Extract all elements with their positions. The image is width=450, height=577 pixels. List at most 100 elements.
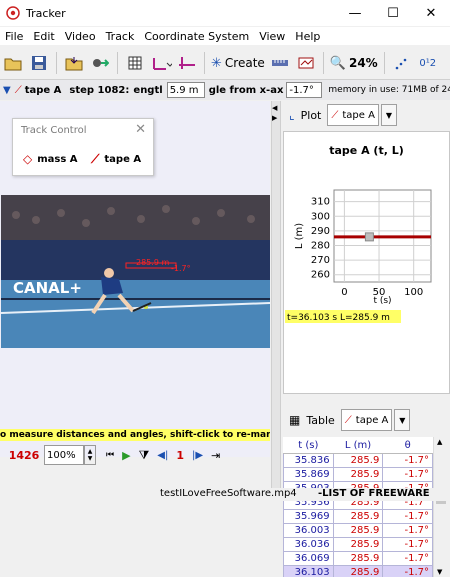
menu-edit[interactable]: Edit (28, 30, 59, 43)
table-track-dropdown[interactable]: ⟋ tape A (341, 409, 393, 431)
table-row[interactable]: 35.969285.9-1.7° (284, 510, 433, 524)
menu-help[interactable]: Help (290, 30, 325, 43)
tape-measure-marker[interactable] (1, 195, 270, 348)
collapse-arrow-icon[interactable]: ◀ (272, 104, 277, 112)
ruler-icon[interactable] (269, 52, 291, 74)
x-axis-label: t (s) (373, 296, 391, 306)
zoom-spinner[interactable]: ▲ ▼ (84, 445, 96, 465)
cell-length: 285.9 (333, 566, 383, 577)
table-scrollbar[interactable]: ▲ ▼ (433, 437, 449, 577)
scroll-down-icon[interactable]: ▼ (437, 568, 442, 576)
axes-icon[interactable] (150, 52, 172, 74)
main-toolbar: ✳ Create 🔍 24% 0¹2 (0, 47, 450, 80)
tape-a-button[interactable]: ⟋ tape A (91, 152, 141, 167)
expand-arrow-icon[interactable]: ▶ (272, 114, 277, 122)
video-frame[interactable]: CANAL+ 285.9 m -1.7° (1, 195, 270, 348)
y-axis-label: L (m) (294, 223, 305, 249)
plot-chart: tape A (t, L)260270280290300310050100L (… (284, 132, 449, 393)
track-control-dialog: Track Control ✕ ◇ mass A ⟋ tape A (12, 118, 154, 176)
column-header-t[interactable]: t (s) (284, 437, 334, 454)
clip-settings-icon[interactable] (124, 52, 146, 74)
panel-splitter[interactable]: ◀ ▶ (271, 101, 281, 488)
cell-length: 285.9 (333, 524, 383, 538)
save-icon[interactable] (28, 52, 50, 74)
cell-length: 285.9 (333, 468, 383, 482)
menu-view[interactable]: View (254, 30, 290, 43)
cell-angle: -1.7° (383, 510, 433, 524)
track-control-title: Track Control (21, 125, 87, 136)
scroll-up-icon[interactable]: ▲ (437, 438, 442, 446)
trail-icon[interactable] (391, 52, 413, 74)
table-icon[interactable]: ▦ (289, 413, 300, 427)
menu-track[interactable]: Track (101, 30, 140, 43)
y-tick-label: 310 (311, 197, 330, 208)
data-panel: ⌞ Plot ⟋ tape A ▼ tape A (t, L)260270280… (281, 101, 450, 488)
table-row[interactable]: 36.103285.9-1.7° (284, 566, 433, 577)
status-hint: o measure distances and angles, shift-cl… (0, 429, 270, 441)
angle-field[interactable] (286, 82, 322, 98)
cell-time: 36.103 (284, 566, 334, 577)
menu-video[interactable]: Video (60, 30, 101, 43)
plot-dropdown-arrow[interactable]: ▼ (381, 104, 397, 126)
brand-footer: -LIST OF FREEWARE (318, 488, 430, 499)
loop-icon[interactable]: ⇥ (211, 449, 220, 462)
open-icon[interactable] (2, 52, 24, 74)
calibration-icon[interactable] (295, 52, 317, 74)
menu-coordinate-system[interactable]: Coordinate System (139, 30, 254, 43)
bottom-status-bar: testILoveFreeSoftware.mp4 -LIST OF FREEW… (0, 488, 450, 501)
table-dropdown-arrow[interactable]: ▼ (394, 409, 410, 431)
cell-time: 35.969 (284, 510, 334, 524)
play-icon[interactable]: ▶ (122, 449, 130, 462)
length-field[interactable] (167, 82, 205, 98)
step-size-value[interactable]: 1 (176, 449, 184, 462)
plot-track-dropdown[interactable]: ⟋ tape A (327, 104, 379, 126)
cell-length: 285.9 (333, 538, 383, 552)
cell-time: 35.836 (284, 454, 334, 468)
cell-length: 285.9 (333, 510, 383, 524)
mass-a-button[interactable]: ◇ mass A (23, 152, 78, 166)
first-frame-icon[interactable]: ⏮ (106, 450, 114, 460)
export-icon[interactable] (89, 52, 111, 74)
maximize-button[interactable]: ☐ (374, 0, 412, 26)
step-back-icon[interactable]: ◀| (157, 450, 168, 461)
cell-time: 35.869 (284, 468, 334, 482)
memory-label: memory in use: 71MB of 247MB (328, 85, 450, 95)
close-icon[interactable]: ✕ (135, 122, 146, 137)
menu-file[interactable]: File (0, 30, 28, 43)
table-row[interactable]: 36.003285.9-1.7° (284, 524, 433, 538)
zoom-control[interactable]: 🔍 24% (330, 52, 378, 74)
plot-axes-icon[interactable]: ⌞ (289, 108, 295, 122)
y-tick-label: 260 (311, 270, 330, 281)
data-point[interactable] (365, 233, 373, 241)
y-tick-label: 270 (311, 255, 330, 266)
track-selector-arrow-icon[interactable]: ▼ (3, 85, 11, 96)
cell-length: 285.9 (333, 552, 383, 566)
table-row[interactable]: 35.836285.9-1.7° (284, 454, 433, 468)
coordinate-axes-icon[interactable] (176, 52, 198, 74)
magnifier-icon: 🔍 (330, 56, 346, 71)
step-forward-icon[interactable]: |▶ (192, 450, 203, 461)
data-table[interactable]: t (s) L (m) θ 35.836285.9-1.7°35.869285.… (283, 437, 433, 577)
close-button[interactable]: ✕ (412, 0, 450, 26)
create-track-button[interactable]: ✳ Create (211, 52, 265, 74)
import-folder-icon[interactable] (63, 52, 85, 74)
table-row[interactable]: 36.036285.9-1.7° (284, 538, 433, 552)
column-header-theta[interactable]: θ (383, 437, 433, 454)
title-bar: Tracker — ☐ ✕ (0, 0, 450, 26)
label-icon[interactable]: 0¹2 (417, 52, 439, 74)
table-row[interactable]: 35.869285.9-1.7° (284, 468, 433, 482)
table-row[interactable]: 36.069285.9-1.7° (284, 552, 433, 566)
column-header-length[interactable]: L (m) (333, 437, 383, 454)
plot-label: Plot (301, 109, 322, 122)
plot-area[interactable]: tape A (t, L)260270280290300310050100L (… (283, 131, 450, 394)
cell-angle: -1.7° (383, 566, 433, 577)
x-tick-label: 0 (341, 287, 347, 298)
toolbar-divider (323, 52, 324, 74)
zoom-field[interactable] (44, 445, 84, 465)
spinner-up-icon: ▲ (88, 448, 93, 455)
step-size-slider[interactable]: ⧩ (139, 448, 150, 463)
frame-counter[interactable]: 1426 (4, 449, 44, 462)
cell-angle: -1.7° (383, 552, 433, 566)
toolbar-divider (204, 52, 205, 74)
minimize-button[interactable]: — (336, 0, 374, 26)
